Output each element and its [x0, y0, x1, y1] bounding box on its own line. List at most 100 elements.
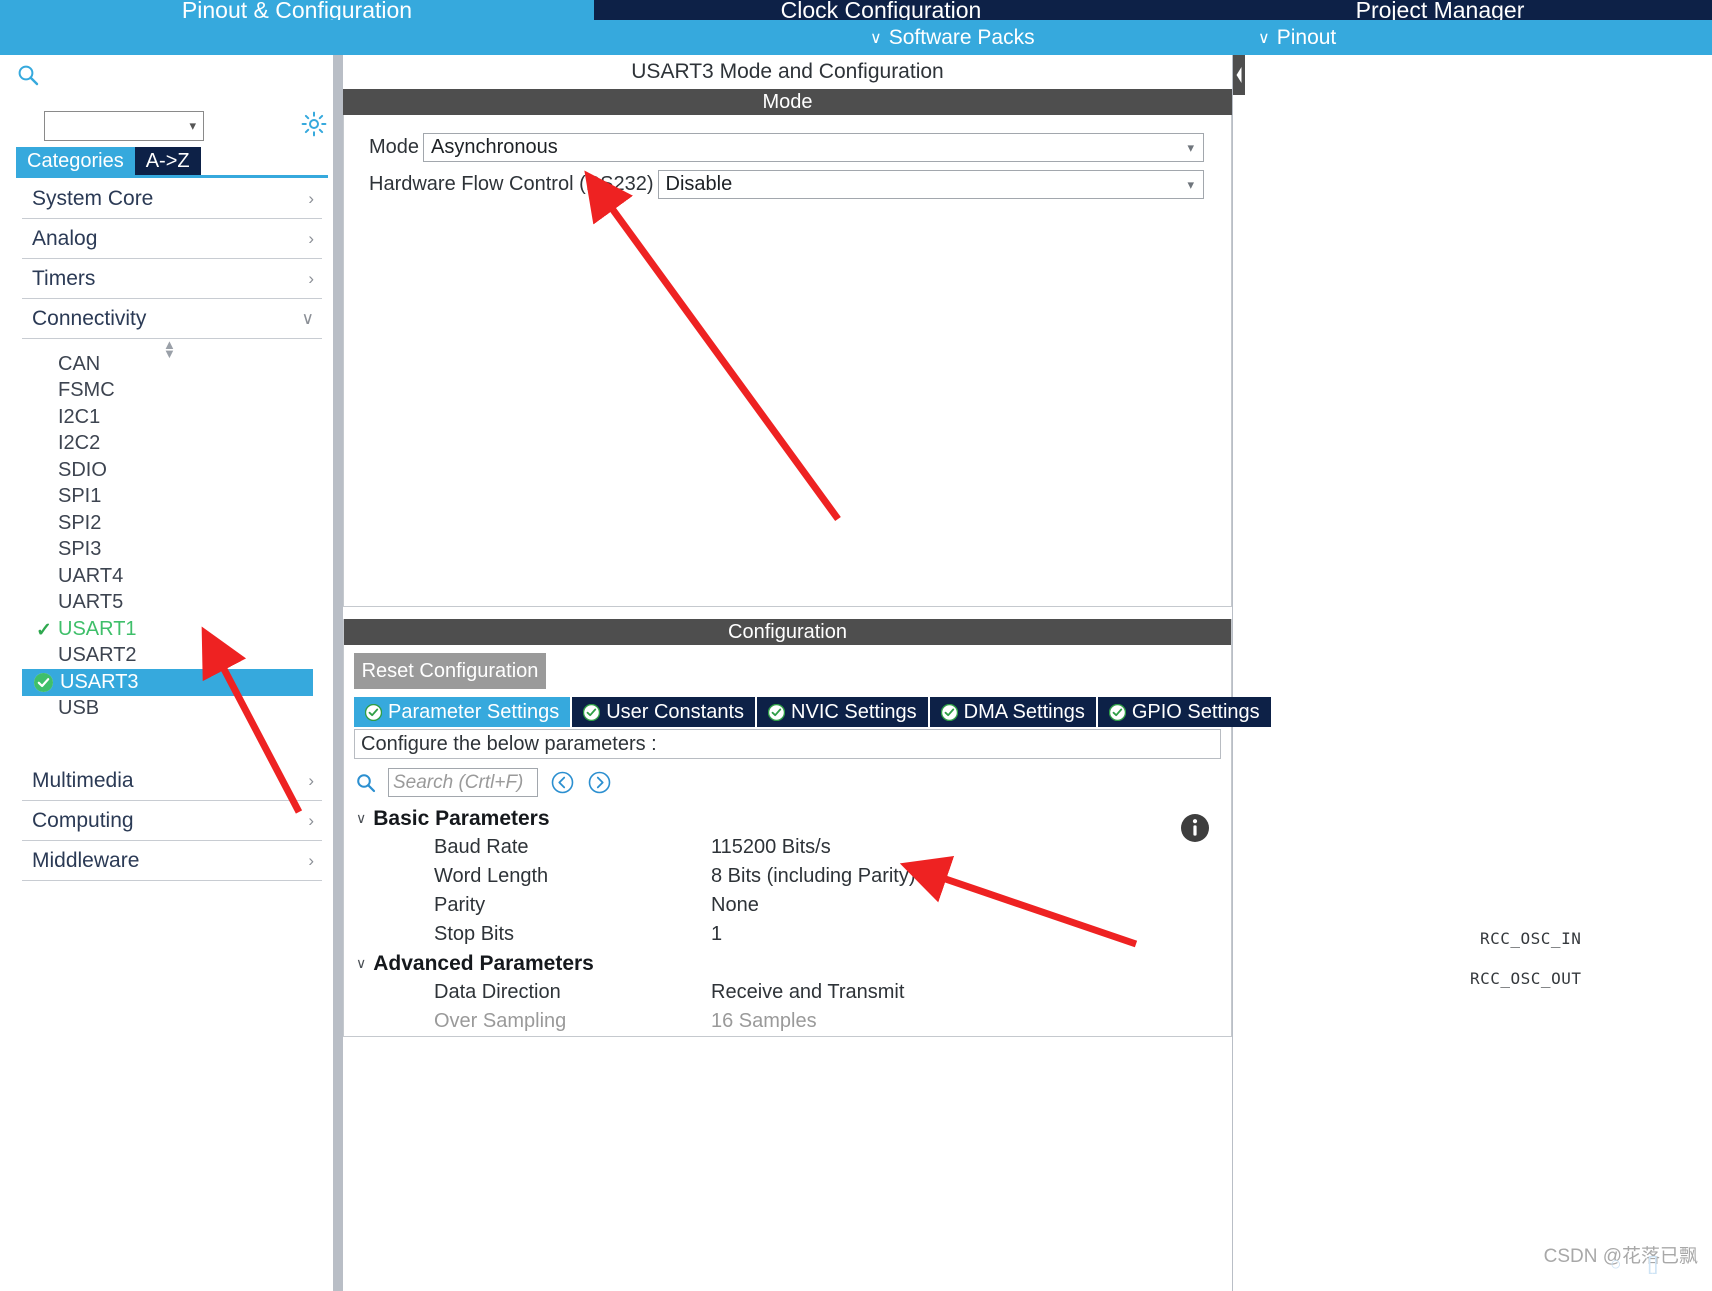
sidebar-item-spi3[interactable]: SPI3 [22, 537, 313, 564]
sidebar-item-spi2[interactable]: SPI2 [22, 510, 313, 537]
sidebar-item-uart4[interactable]: UART4 [22, 563, 313, 590]
sidebar-view-tabs: Categories A->Z [16, 147, 201, 175]
sidebar-item-usb-label: USB [58, 697, 100, 720]
menu-software-packs-label: Software Packs [888, 25, 1035, 49]
param-row-parity[interactable]: Parity None [356, 891, 1231, 920]
sidebar-splitter[interactable] [333, 55, 343, 1291]
sidebar-item-sdio[interactable]: SDIO [22, 457, 313, 484]
hardware-flow-control-select[interactable]: Disable ▾ [657, 170, 1204, 199]
sidebar-group-system-core-label: System Core [32, 186, 154, 210]
param-row-stop-bits[interactable]: Stop Bits 1 [356, 920, 1231, 949]
tab-gpio-settings-label: GPIO Settings [1131, 700, 1260, 723]
tab-clock-configuration-label: Clock Configuration [780, 0, 982, 20]
param-word-length-value: 8 Bits (including Parity) [711, 865, 916, 887]
mode-section-header: Mode [343, 89, 1232, 115]
parameter-search-row [344, 759, 1231, 804]
param-baud-rate-value: 115200 Bits/s [711, 836, 831, 858]
tab-dma-settings[interactable]: DMA Settings [929, 697, 1096, 727]
sidebar-item-usb[interactable]: USB [22, 696, 313, 723]
sidebar-group-middleware[interactable]: Middleware › [22, 841, 322, 881]
tab-a-to-z[interactable]: A->Z [134, 147, 201, 175]
secondary-toolbar: ∨ Software Packs ∨ Pinout [0, 20, 1712, 55]
categories-sidebar: ▾ Categories A->Z System Core › Analog ›… [0, 55, 333, 1291]
check-circle-icon [768, 703, 786, 721]
sidebar-item-i2c1-label: I2C1 [58, 405, 101, 428]
sidebar-item-fsmc[interactable]: FSMC [22, 378, 313, 405]
chevron-right-icon: › [308, 188, 314, 208]
tab-gpio-settings[interactable]: GPIO Settings [1097, 697, 1271, 727]
configuration-hint-text: Configure the below parameters : [361, 732, 657, 755]
tab-project-manager[interactable]: Project Manager [1168, 0, 1712, 20]
sidebar-item-can[interactable]: CAN [22, 351, 313, 378]
sidebar-group-connectivity[interactable]: Connectivity ∨ [22, 299, 322, 339]
group-advanced-parameters[interactable]: ∨ Advanced Parameters [356, 949, 1231, 978]
search-input[interactable]: ▾ [44, 111, 204, 141]
tab-clock-configuration[interactable]: Clock Configuration [594, 0, 1168, 20]
chevron-down-icon: ∨ [356, 810, 367, 826]
group-basic-parameters[interactable]: ∨ Basic Parameters [356, 804, 1231, 833]
previous-match-icon[interactable] [550, 770, 575, 795]
param-row-data-direction[interactable]: Data Direction Receive and Transmit [356, 978, 1231, 1007]
param-baud-rate-name: Baud Rate [434, 836, 529, 858]
tab-user-constants-label: User Constants [606, 700, 745, 723]
sidebar-group-connectivity-label: Connectivity [32, 306, 147, 330]
pin-label-rcc-osc-out: RCC_OSC_OUT [1470, 969, 1581, 988]
sidebar-group-analog[interactable]: Analog › [22, 219, 322, 259]
next-match-icon[interactable] [587, 770, 612, 795]
pin-label-rcc-osc-in-text: RCC_OSC_IN [1480, 929, 1582, 948]
mode-select[interactable]: Asynchronous ▾ [423, 133, 1204, 162]
param-row-word-length[interactable]: Word Length 8 Bits (including Parity) [356, 862, 1231, 891]
sidebar-group-multimedia[interactable]: Multimedia › [22, 761, 322, 801]
group-advanced-parameters-label: Advanced Parameters [373, 951, 594, 975]
parameter-search-input[interactable] [388, 768, 538, 797]
param-row-over-sampling: Over Sampling 16 Samples [356, 1007, 1231, 1036]
menu-pinout[interactable]: ∨ Pinout [1258, 20, 1336, 55]
tab-pinout-configuration-label: Pinout & Configuration [181, 0, 413, 20]
tab-user-constants[interactable]: User Constants [572, 697, 756, 727]
sidebar-item-usart3-label: USART3 [60, 670, 139, 693]
tab-categories[interactable]: Categories [16, 147, 135, 175]
sidebar-group-timers[interactable]: Timers › [22, 259, 322, 299]
param-parity-name: Parity [434, 894, 486, 916]
chevron-down-icon: ∨ [301, 308, 314, 328]
sidebar-item-usart2-label: USART2 [58, 644, 137, 667]
sidebar-group-computing[interactable]: Computing › [22, 801, 322, 841]
param-word-length-name: Word Length [434, 865, 549, 887]
panel-collapse-handle[interactable] [1233, 55, 1245, 95]
menu-software-packs[interactable]: ∨ Software Packs [870, 20, 1035, 55]
hardware-flow-control-value: Disable [665, 173, 733, 195]
sidebar-item-usart1-label: USART1 [58, 617, 137, 640]
sidebar-group-system-core[interactable]: System Core › [22, 179, 322, 219]
tab-nvic-settings-label: NVIC Settings [791, 700, 917, 723]
sidebar-group-analog-label: Analog [32, 226, 98, 250]
page-title: USART3 Mode and Configuration [343, 55, 1232, 89]
tab-parameter-settings[interactable]: Parameter Settings [354, 697, 571, 727]
hardware-flow-control-field-row: Hardware Flow Control (RS232) Disable ▾ [344, 170, 1231, 199]
sidebar-item-usart1[interactable]: ✓ USART1 [22, 616, 313, 643]
mode-select-value: Asynchronous [431, 136, 558, 158]
gear-icon[interactable] [300, 110, 328, 138]
chevron-right-icon: › [308, 228, 314, 248]
sidebar-item-usart2[interactable]: USART2 [22, 643, 313, 670]
sidebar-group-timers-label: Timers [32, 266, 96, 290]
tab-nvic-settings[interactable]: NVIC Settings [757, 697, 928, 727]
sidebar-item-spi2-label: SPI2 [58, 511, 102, 534]
configuration-section-header-label: Configuration [728, 620, 847, 643]
sidebar-item-uart5[interactable]: UART5 [22, 590, 313, 617]
param-row-baud-rate[interactable]: Baud Rate 115200 Bits/s [356, 833, 1231, 862]
sidebar-item-fsmc-label: FSMC [58, 379, 115, 402]
search-icon [17, 64, 39, 86]
tab-pinout-configuration[interactable]: Pinout & Configuration [0, 0, 594, 20]
info-icon[interactable] [1180, 813, 1210, 843]
sidebar-item-i2c2[interactable]: I2C2 [22, 431, 313, 458]
chevron-right-icon: › [308, 810, 314, 830]
sidebar-group-multimedia-label: Multimedia [32, 768, 134, 792]
pin-label-rcc-osc-in: RCC_OSC_IN [1480, 929, 1581, 948]
main-tab-bar: Pinout & Configuration Clock Configurati… [0, 0, 1712, 20]
sidebar-item-uart4-label: UART4 [58, 564, 124, 587]
sidebar-item-usart3[interactable]: USART3 [22, 669, 313, 696]
reset-configuration-button[interactable]: Reset Configuration [354, 653, 546, 689]
sidebar-item-spi1[interactable]: SPI1 [22, 484, 313, 511]
check-circle-icon [365, 703, 382, 721]
sidebar-item-i2c1[interactable]: I2C1 [22, 404, 313, 431]
